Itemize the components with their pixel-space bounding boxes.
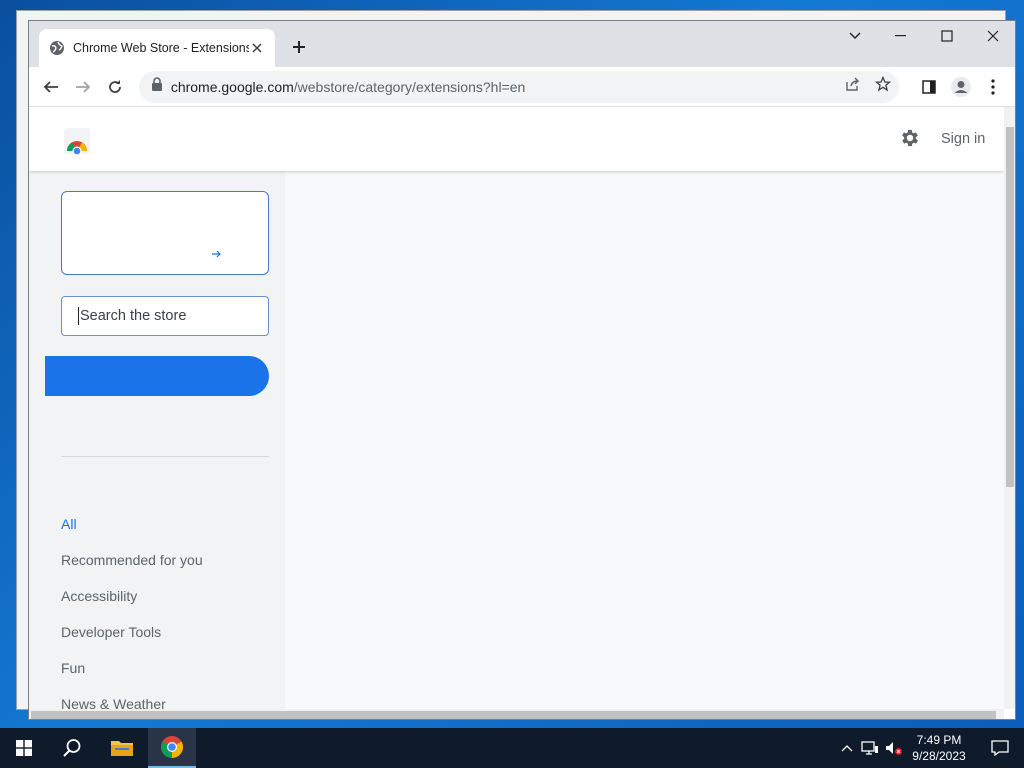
tab-search-chevron-icon[interactable] [832, 21, 878, 51]
new-tab-button[interactable] [287, 35, 311, 59]
volume-muted-icon[interactable] [882, 728, 906, 768]
maximize-button[interactable] [924, 21, 970, 51]
bookmark-star-icon[interactable] [875, 75, 892, 97]
url-text: chrome.google.com/webstore/category/exte… [171, 79, 845, 95]
clock-date: 9/28/2023 [912, 749, 966, 763]
file-explorer-icon[interactable] [98, 728, 146, 768]
text-caret [78, 307, 79, 325]
promo-card[interactable] [61, 191, 269, 275]
tab-chrome-web-store[interactable]: Chrome Web Store - Extensions [39, 29, 275, 67]
category-accessibility[interactable]: Accessibility [61, 588, 137, 604]
search-icon[interactable] [48, 728, 96, 768]
sidebar: Search the store All Recommended for you… [29, 171, 285, 709]
clock-time: 7:49 PM [916, 733, 962, 747]
category-recommended[interactable]: Recommended for you [61, 552, 203, 568]
horizontal-scrollbar[interactable] [29, 709, 1004, 719]
back-arrow-icon[interactable] [35, 71, 67, 103]
search-input[interactable]: Search the store [61, 296, 269, 336]
share-icon[interactable] [845, 76, 861, 97]
tab-title: Chrome Web Store - Extensions [73, 41, 249, 55]
menu-kebab-icon[interactable] [977, 71, 1009, 103]
extensions-nav-button[interactable] [45, 356, 269, 396]
category-fun[interactable]: Fun [61, 660, 85, 676]
category-developer-tools[interactable]: Developer Tools [61, 624, 161, 640]
chrome-window: Chrome Web Store - Extensions chrome.goo… [28, 20, 1016, 720]
browser-toolbar: chrome.google.com/webstore/category/exte… [29, 67, 1015, 107]
taskbar-clock[interactable]: 7:49 PM 9/28/2023 [905, 732, 973, 764]
minimize-button[interactable] [878, 21, 924, 51]
vertical-scroll-thumb[interactable] [1006, 127, 1014, 487]
url-path: /webstore/category/extensions?hl=en [293, 78, 526, 95]
reload-icon[interactable] [99, 71, 131, 103]
sign-in-link[interactable]: Sign in [941, 131, 985, 147]
tray-chevron-up-icon[interactable] [836, 728, 858, 768]
sidebar-divider [61, 456, 269, 457]
vertical-scrollbar[interactable] [1004, 107, 1015, 709]
address-bar[interactable]: chrome.google.com/webstore/category/exte… [138, 70, 900, 103]
store-header: Sign in [29, 107, 1004, 171]
url-host: chrome.google.com [170, 78, 294, 95]
lock-icon[interactable] [151, 77, 163, 96]
start-windows-icon[interactable] [0, 728, 48, 768]
page-viewport: Sign in Search the store All Recommended… [29, 107, 1004, 709]
notifications-icon[interactable] [976, 728, 1024, 768]
profile-avatar-icon[interactable] [945, 71, 977, 103]
arrow-right-icon [212, 250, 222, 261]
tab-strip: Chrome Web Store - Extensions [29, 21, 1015, 67]
category-all[interactable]: All [61, 516, 77, 532]
chrome-taskbar-icon[interactable] [148, 728, 196, 768]
tab-close-icon[interactable] [249, 40, 265, 56]
close-window-button[interactable] [970, 21, 1015, 51]
windows-taskbar: 7:49 PM 9/28/2023 [0, 728, 1024, 768]
horizontal-scroll-thumb[interactable] [31, 711, 996, 719]
side-panel-icon[interactable] [913, 71, 945, 103]
globe-icon [49, 40, 65, 56]
category-news-weather[interactable]: News & Weather [61, 696, 166, 709]
settings-gear-icon[interactable] [899, 127, 923, 151]
search-placeholder: Search the store [80, 308, 187, 324]
network-icon[interactable] [858, 728, 882, 768]
chrome-web-store-logo[interactable] [63, 127, 91, 156]
forward-arrow-icon[interactable] [67, 71, 99, 103]
